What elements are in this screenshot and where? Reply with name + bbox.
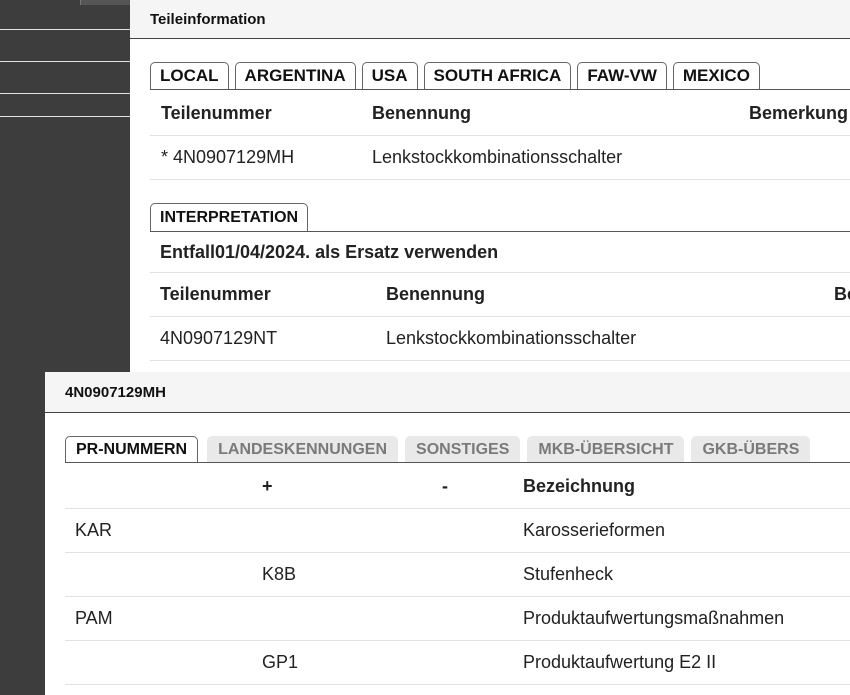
tab-gkb-overview[interactable]: GKB-ÜBERS xyxy=(691,436,811,462)
background-nav-divider xyxy=(0,116,130,117)
detail-tabs: PR-NUMMERN LANDESKENNUNGEN SONSTIGES MKB… xyxy=(65,436,850,463)
part-number-cell: * 4N0907129MH xyxy=(161,147,295,167)
tab-pr-numbers[interactable]: PR-NUMMERN xyxy=(65,436,199,462)
pr-table-header: + - Bezeichnung xyxy=(65,464,850,509)
plus-cell: K8B xyxy=(262,564,297,584)
tab-local[interactable]: LOCAL xyxy=(150,62,229,89)
tab-misc[interactable]: SONSTIGES xyxy=(405,436,521,462)
part-info-dialog-title: Teileinformation xyxy=(130,0,850,39)
market-tabs: LOCAL ARGENTINA USA SOUTH AFRICA FAW-VW … xyxy=(150,62,850,90)
tab-south-africa[interactable]: SOUTH AFRICA xyxy=(423,62,572,89)
table-row[interactable]: 4N0907129NT Lenkstockkombinationsschalte… xyxy=(150,317,850,361)
description-cell: Produktaufwertungsmaßnahmen xyxy=(523,608,785,628)
description-cell: Produktaufwertung E2 II xyxy=(523,652,717,672)
table-row[interactable]: * 4N0907129MH Lenkstockkombinationsschal… xyxy=(150,136,850,180)
part-detail-dialog: 4N0907129MH PR-NUMMERN LANDESKENNUNGEN S… xyxy=(45,372,850,695)
column-header-name: Benennung xyxy=(386,284,485,304)
background-nav-divider xyxy=(0,61,130,62)
part-detail-dialog-title: 4N0907129MH xyxy=(45,372,850,413)
column-header-name: Benennung xyxy=(372,102,471,123)
background-tab-stub xyxy=(80,0,130,5)
tab-argentina[interactable]: ARGENTINA xyxy=(234,62,356,89)
column-header-part-number: Teilenummer xyxy=(161,102,272,123)
part-name-cell: Lenkstockkombinationsschalter xyxy=(386,328,637,348)
interpretation-note: Entfall01/04/2024. als Ersatz verwenden xyxy=(150,232,850,273)
parts-table-header: Teilenummer Benennung Bemerkung xyxy=(150,91,850,136)
column-header-plus: + xyxy=(262,475,273,496)
background-nav-divider xyxy=(0,93,130,94)
replacement-table-header: Teilenummer Benennung Be xyxy=(150,273,850,317)
tab-interpretation[interactable]: INTERPRETATION xyxy=(150,203,309,231)
part-info-dialog: Teileinformation LOCAL ARGENTINA USA SOU… xyxy=(130,0,850,380)
column-header-minus: - xyxy=(442,475,448,496)
description-cell: Stufenheck xyxy=(523,564,614,584)
table-row[interactable]: GP1 Produktaufwertung E2 II xyxy=(65,641,850,685)
part-name-cell: Lenkstockkombinationsschalter xyxy=(372,147,623,167)
family-cell: KAR xyxy=(75,520,113,540)
family-cell: PAM xyxy=(75,608,113,628)
column-header-part-number: Teilenummer xyxy=(160,284,271,304)
tab-mexico[interactable]: MEXICO xyxy=(672,62,760,89)
plus-cell: GP1 xyxy=(262,652,299,672)
tab-mkb-overview[interactable]: MKB-ÜBERSICHT xyxy=(527,436,685,462)
column-header-remark: Be xyxy=(834,284,850,304)
table-row[interactable]: KAR Karosserieformen xyxy=(65,509,850,553)
table-row[interactable]: PAM Produktaufwertungsmaßnahmen xyxy=(65,597,850,641)
column-header-remark: Bemerkung xyxy=(749,102,849,123)
part-number-cell: 4N0907129NT xyxy=(160,328,278,348)
table-row[interactable]: K8B Stufenheck xyxy=(65,553,850,597)
background-nav-divider xyxy=(0,29,130,30)
interpretation-tabs: INTERPRETATION xyxy=(150,203,850,232)
tab-country-codes[interactable]: LANDESKENNUNGEN xyxy=(207,436,399,462)
column-header-description: Bezeichnung xyxy=(523,475,636,496)
tab-faw-vw[interactable]: FAW-VW xyxy=(577,62,667,89)
description-cell: Karosserieformen xyxy=(523,520,666,540)
interpretation-note-text: Entfall01/04/2024. als Ersatz verwenden xyxy=(160,241,499,262)
tab-usa[interactable]: USA xyxy=(361,62,418,89)
